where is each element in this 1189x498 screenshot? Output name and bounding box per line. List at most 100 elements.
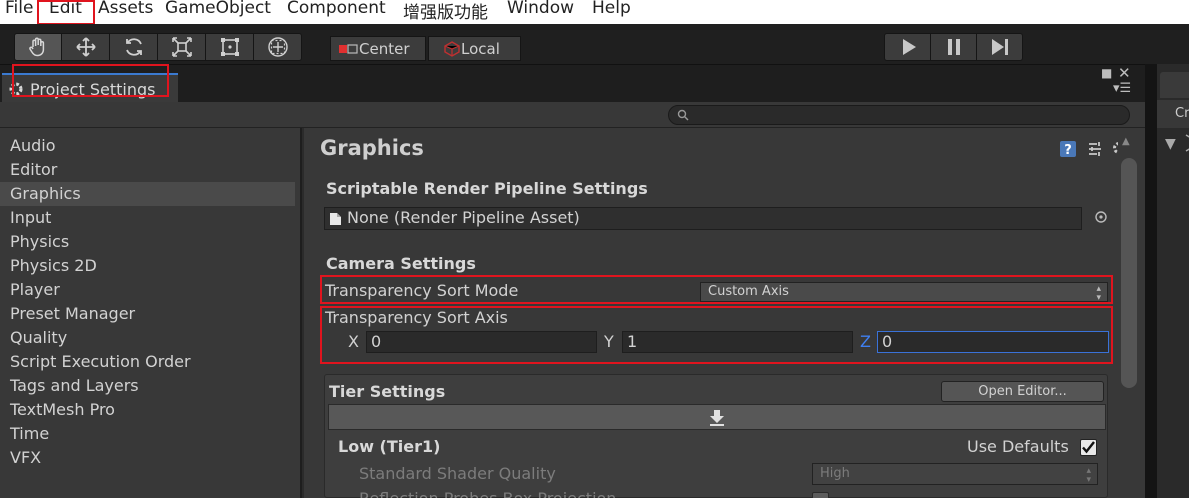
- tier-name: Low (Tier1): [338, 437, 441, 456]
- reflection-probes-checkbox[interactable]: [812, 492, 829, 498]
- shader-quality-dropdown[interactable]: High ▴ ▾: [812, 463, 1098, 485]
- menu-file[interactable]: File: [5, 0, 33, 18]
- dropdown-arrows-icon: ▴ ▾: [1086, 466, 1091, 485]
- shader-quality-value: High: [820, 466, 850, 481]
- window-header: Project Settings ■ ✕ ▾☰: [0, 64, 1145, 103]
- move-tool-button[interactable]: [62, 33, 110, 61]
- sort-axis-label: Transparency Sort Axis: [325, 308, 508, 327]
- close-icon[interactable]: ✕: [1118, 64, 1131, 82]
- foldout-arrow-icon[interactable]: ▼: [1165, 136, 1176, 152]
- dropdown-arrows-icon: ▴ ▾: [1096, 284, 1101, 303]
- sidebar-item-audio[interactable]: Audio: [0, 134, 295, 158]
- axis-x-input[interactable]: 0: [366, 331, 597, 353]
- inspector-scrollbar[interactable]: ▲: [1118, 128, 1145, 498]
- sidebar-item-script-execution-order[interactable]: Script Execution Order: [0, 350, 295, 374]
- preset-icon[interactable]: [1086, 140, 1104, 158]
- tab-title: Project Settings: [30, 79, 156, 99]
- tier-settings-heading: Tier Settings: [329, 382, 446, 401]
- download-icon: [710, 410, 724, 426]
- axis-y-input[interactable]: 1: [622, 331, 853, 353]
- menu-component[interactable]: Component: [287, 0, 386, 18]
- sidebar-item-textmesh-pro[interactable]: TextMesh Pro: [0, 398, 295, 422]
- scale-tool-button[interactable]: [158, 33, 206, 61]
- menu-gameobject[interactable]: GameObject: [165, 0, 271, 18]
- step-icon: [991, 39, 1008, 55]
- use-defaults-checkbox[interactable]: [1080, 439, 1097, 456]
- menu-window[interactable]: Window: [507, 0, 574, 18]
- right-dock-tab[interactable]: [1160, 72, 1189, 98]
- pivot-icon: [339, 43, 358, 54]
- toolbar: Center Local: [0, 24, 1189, 64]
- render-pipeline-asset-value: None (Render Pipeline Asset): [347, 208, 580, 227]
- local-icon: [444, 40, 460, 57]
- pivot-rotation-toggle[interactable]: Local: [428, 36, 521, 61]
- help-icon[interactable]: ?: [1059, 140, 1077, 158]
- sidebar-item-quality[interactable]: Quality: [0, 326, 295, 350]
- transform-tool-button[interactable]: [254, 33, 302, 61]
- sort-mode-dropdown[interactable]: Custom Axis ▴ ▾: [700, 282, 1108, 303]
- svg-text:?: ?: [1064, 143, 1072, 158]
- sidebar-item-preset-manager[interactable]: Preset Manager: [0, 302, 295, 326]
- render-pipeline-asset-field[interactable]: None (Render Pipeline Asset): [324, 207, 1082, 230]
- use-defaults-label: Use Defaults: [967, 437, 1069, 456]
- rotate-tool-button[interactable]: [110, 33, 158, 61]
- sidebar-item-vfx[interactable]: VFX: [0, 446, 295, 470]
- transform-icon: [267, 37, 288, 57]
- shader-quality-label: Standard Shader Quality: [359, 464, 556, 483]
- sort-mode-value: Custom Axis: [708, 284, 789, 299]
- hand-icon: [29, 37, 45, 57]
- object-picker-icon[interactable]: [1094, 210, 1108, 224]
- pivot-label: Center: [359, 39, 410, 58]
- tier-import-bar[interactable]: [328, 404, 1106, 430]
- hand-tool-button[interactable]: [14, 33, 62, 61]
- checkmark-icon: [1082, 441, 1095, 454]
- scene-icon: [1185, 134, 1189, 152]
- sort-mode-label: Transparency Sort Mode: [325, 281, 519, 300]
- axis-z-input[interactable]: 0: [877, 331, 1109, 353]
- scroll-thumb[interactable]: [1121, 158, 1137, 388]
- rect-tool-button[interactable]: [206, 33, 254, 61]
- local-label: Local: [461, 39, 500, 58]
- sidebar-item-player[interactable]: Player: [0, 278, 295, 302]
- sidebar-item-editor[interactable]: Editor: [0, 158, 295, 182]
- right-dock-toolbar: Cr: [1157, 100, 1189, 128]
- menu-enhanced-features[interactable]: 增强版功能: [403, 0, 488, 23]
- camera-settings-heading: Camera Settings: [326, 254, 476, 273]
- menu-edit[interactable]: Edit: [49, 0, 82, 18]
- sidebar-item-tags-and-layers[interactable]: Tags and Layers: [0, 374, 295, 398]
- file-icon: [330, 213, 341, 225]
- axis-y-label: Y: [604, 332, 614, 351]
- sidebar-item-physics[interactable]: Physics: [0, 230, 295, 254]
- pivot-center-toggle[interactable]: Center: [330, 36, 426, 61]
- pause-button[interactable]: [930, 33, 977, 61]
- maximize-icon[interactable]: ■: [1101, 66, 1112, 80]
- menu-bar: File Edit Assets GameObject Component 增强…: [0, 0, 1189, 24]
- rect-icon: [220, 38, 239, 56]
- sidebar-item-time[interactable]: Time: [0, 422, 295, 446]
- create-label[interactable]: Cr: [1175, 106, 1189, 121]
- transform-tools: [14, 33, 302, 61]
- tab-project-settings[interactable]: Project Settings: [2, 73, 178, 103]
- move-icon: [75, 37, 96, 57]
- srp-heading: Scriptable Render Pipeline Settings: [326, 179, 648, 198]
- menu-assets[interactable]: Assets: [98, 0, 153, 18]
- play-icon: [902, 39, 916, 55]
- settings-search-input[interactable]: [668, 105, 1130, 125]
- sidebar-item-input[interactable]: Input: [0, 206, 295, 230]
- search-row: [0, 102, 1145, 128]
- axis-z-label: Z: [860, 332, 871, 351]
- sidebar-item-graphics[interactable]: Graphics: [0, 182, 295, 206]
- step-button[interactable]: [976, 33, 1023, 61]
- rotate-icon: [125, 38, 142, 56]
- settings-sidebar: Audio Editor Graphics Input Physics Phys…: [0, 128, 302, 498]
- reflection-probes-label: Reflection Probes Box Projection: [359, 489, 616, 498]
- pause-icon: [947, 39, 960, 55]
- dock-splitter[interactable]: [1145, 64, 1157, 498]
- play-button[interactable]: [884, 33, 931, 61]
- window-menu-icon[interactable]: ▾☰: [1113, 81, 1131, 96]
- menu-help[interactable]: Help: [592, 0, 631, 18]
- scroll-up-icon[interactable]: ▲: [1122, 136, 1130, 147]
- open-editor-button[interactable]: Open Editor...: [941, 381, 1104, 402]
- axis-x-label: X: [348, 332, 359, 351]
- sidebar-item-physics-2d[interactable]: Physics 2D: [0, 254, 295, 278]
